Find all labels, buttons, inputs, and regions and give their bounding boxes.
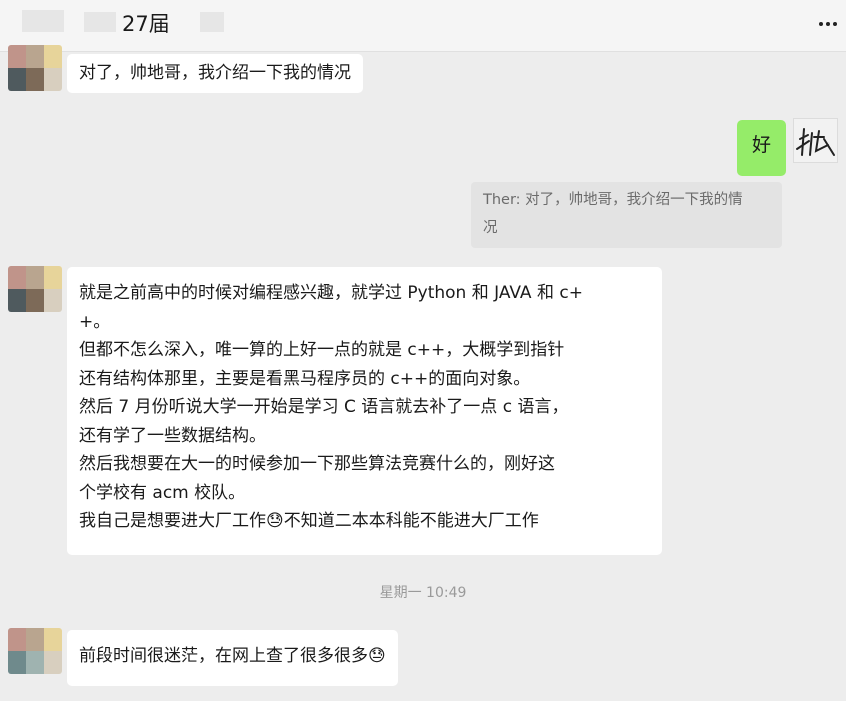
- chat-title: 27届: [122, 12, 170, 36]
- blurred-name-part: [84, 12, 116, 32]
- chat-window: 27届 对了，帅地哥，我介绍一下我的情况 好 Ther: 对了，帅地哥，我介绍一…: [0, 0, 846, 701]
- signature-avatar-icon: [796, 128, 835, 156]
- avatar[interactable]: [8, 45, 62, 91]
- avatar[interactable]: [8, 628, 62, 674]
- blurred-name-part: [22, 10, 64, 32]
- self-avatar[interactable]: [793, 118, 838, 163]
- more-horizontal-icon[interactable]: [816, 14, 840, 34]
- title-bar: 27届: [0, 0, 846, 52]
- blurred-name-part: [200, 12, 224, 32]
- message-bubble: 前段时间很迷茫，在网上查了很多很多😓: [67, 630, 398, 686]
- avatar[interactable]: [8, 266, 62, 312]
- message-bubble: 就是之前高中的时候对编程感兴趣，就学过 Python 和 JAVA 和 c+ +…: [67, 267, 662, 555]
- timestamp: 星期一 10:49: [379, 585, 467, 601]
- quoted-message[interactable]: Ther: 对了，帅地哥，我介绍一下我的情 况: [471, 182, 782, 248]
- message-bubble: 对了，帅地哥，我介绍一下我的情况: [67, 54, 363, 93]
- message-bubble-self: 好: [737, 120, 787, 176]
